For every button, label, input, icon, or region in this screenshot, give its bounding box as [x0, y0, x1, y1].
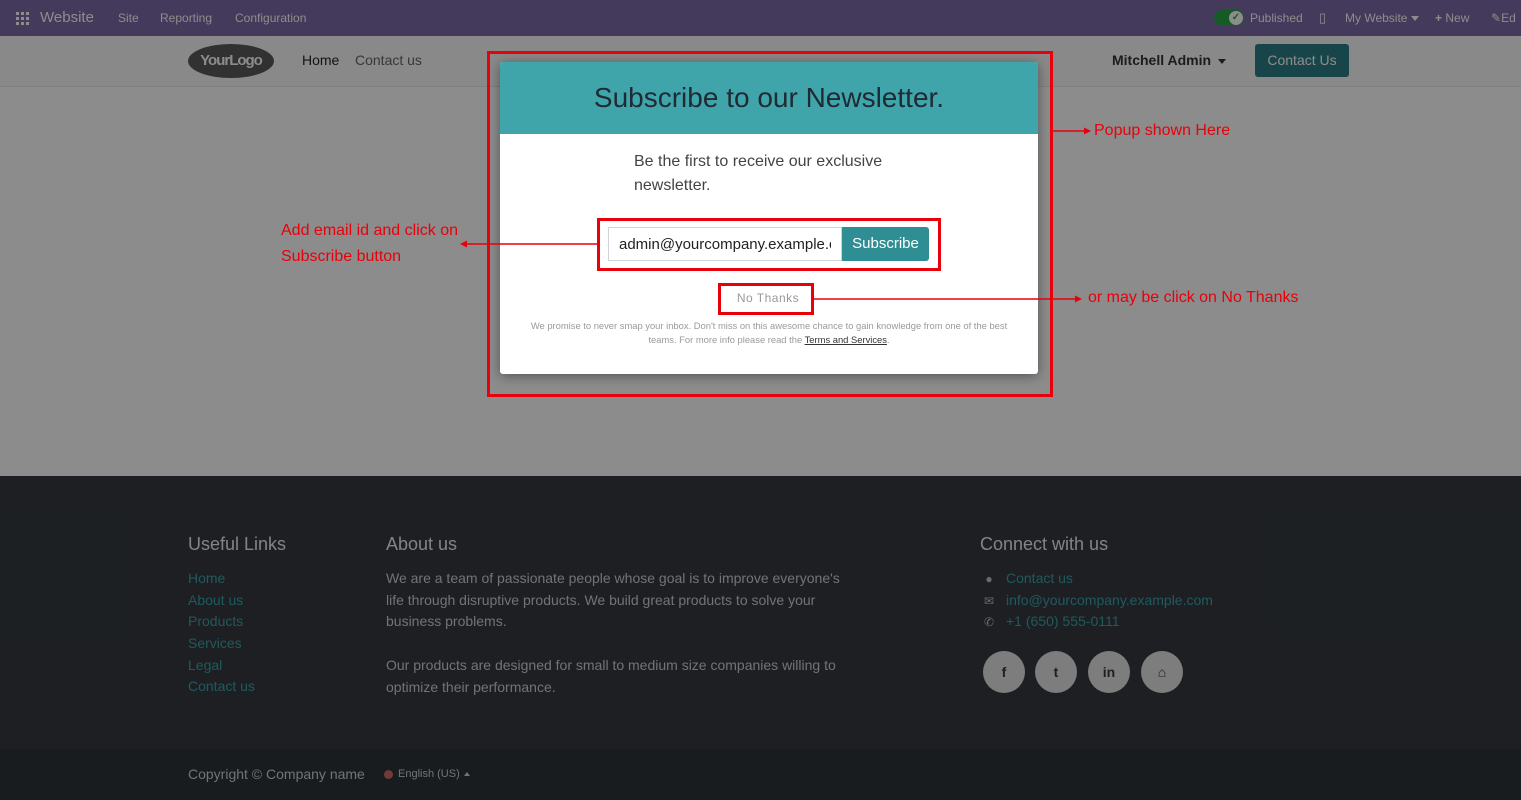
annotation-no-thanks-label: or may be click on No Thanks	[1088, 289, 1299, 306]
annotation-email-label-2: Subscribe button	[281, 248, 402, 265]
annotation-email-label-1: Add email id and click on	[281, 222, 458, 239]
annotation-arrows	[460, 127, 1091, 303]
annotation-popup-label: Popup shown Here	[1094, 122, 1231, 139]
